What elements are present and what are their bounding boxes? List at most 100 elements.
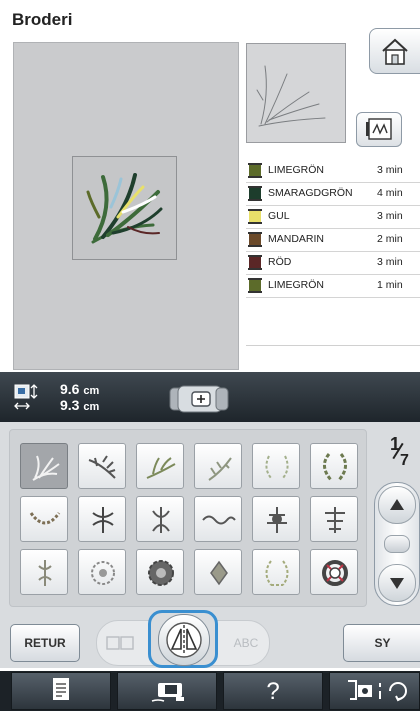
pattern-cell[interactable] <box>310 496 358 542</box>
sew-button[interactable]: SY <box>343 624 420 662</box>
thread-color-list: LIMEGRÖN 3 min SMARAGDGRÖN 4 min GUL 3 m… <box>246 160 420 370</box>
color-name: RÖD <box>268 256 292 268</box>
page-down-button[interactable] <box>378 564 416 602</box>
abc-label: ABC <box>233 636 259 650</box>
help-button[interactable]: ? <box>223 672 323 710</box>
ornament-pattern-icon <box>325 507 345 533</box>
color-time: 2 min <box>377 233 403 245</box>
color-row: RÖD 3 min <box>246 252 420 274</box>
garland-pattern-icon <box>29 512 61 525</box>
page-up-button[interactable] <box>378 486 416 524</box>
floral-pattern-icon <box>32 455 60 481</box>
color-row: MANDARIN 2 min <box>246 229 420 251</box>
chevron-up-icon <box>390 499 404 510</box>
pattern-cell[interactable] <box>310 549 358 595</box>
height-unit: cm <box>83 385 100 397</box>
retur-button[interactable]: RETUR <box>10 624 80 662</box>
pattern-cell[interactable] <box>136 549 184 595</box>
thread-spool-icon <box>248 163 262 178</box>
pattern-cell[interactable] <box>136 443 184 489</box>
settings-icon <box>53 678 69 700</box>
pattern-cell[interactable] <box>78 443 126 489</box>
color-name: GUL <box>268 210 290 222</box>
wreath-pattern-icon <box>265 560 289 586</box>
pattern-cell[interactable] <box>252 443 300 489</box>
size-icon <box>14 384 40 412</box>
color-name: MANDARIN <box>268 233 325 245</box>
width-unit: cm <box>83 401 100 413</box>
laurel-pattern-icon <box>323 453 347 481</box>
stitch-view-button[interactable] <box>356 112 402 147</box>
camera-button[interactable] <box>117 672 217 710</box>
color-row: GUL 3 min <box>246 206 420 228</box>
stitch-view-icon <box>366 118 392 140</box>
color-row: LIMEGRÖN 3 min <box>246 160 420 182</box>
ornament-pattern-icon <box>92 507 114 533</box>
thread-spool-icon <box>248 278 262 293</box>
pattern-cell[interactable] <box>252 549 300 595</box>
leaf-pattern-icon <box>146 457 176 479</box>
color-time: 1 min <box>377 279 403 291</box>
scroll-thumb[interactable] <box>384 535 410 553</box>
thumbnail-outline-image <box>256 65 326 127</box>
abc-button[interactable]: ABC <box>210 620 270 666</box>
pattern-cell[interactable] <box>194 443 242 489</box>
lifebuoy-pattern-icon <box>322 560 348 586</box>
color-row: LIMEGRÖN 1 min <box>246 275 420 297</box>
pattern-preview-frame <box>72 156 177 260</box>
home-icon <box>382 38 408 65</box>
list-divider <box>246 345 420 346</box>
mirror-icon <box>166 622 202 658</box>
color-name: SMARAGDGRÖN <box>268 187 353 199</box>
pattern-width: 9.3 cm <box>60 397 99 413</box>
ornament-pattern-icon <box>152 507 170 533</box>
medallion-pattern-icon <box>91 561 115 585</box>
page-title: Broderi <box>12 10 73 29</box>
floral-pattern-image <box>86 173 163 244</box>
mirror-button[interactable] <box>158 614 210 666</box>
thread-spool-icon <box>248 186 262 201</box>
embroidery-preview-area <box>13 42 239 370</box>
border-pattern-icon <box>202 515 236 525</box>
pattern-cell[interactable] <box>136 496 184 542</box>
diamond-pattern-icon <box>210 560 228 586</box>
pattern-cell[interactable] <box>20 549 68 595</box>
color-time: 3 min <box>377 210 403 222</box>
home-button[interactable] <box>369 28 420 74</box>
embroidery-frame-icon <box>168 384 230 414</box>
height-value: 9.6 <box>60 381 80 397</box>
help-icon: ? <box>266 678 280 705</box>
settings-button[interactable] <box>11 672 111 710</box>
color-name: LIMEGRÖN <box>268 164 325 176</box>
thread-spool-icon <box>248 209 262 224</box>
camera-icon <box>151 683 184 702</box>
pattern-height: 9.6 cm <box>60 381 99 397</box>
branch-pattern-icon <box>88 455 116 479</box>
pattern-cell[interactable] <box>310 443 358 489</box>
color-time: 3 min <box>377 164 403 176</box>
sprig-pattern-icon <box>208 457 232 481</box>
page-indicator: 1 7 <box>378 434 418 470</box>
color-time: 4 min <box>377 187 403 199</box>
pattern-cell[interactable] <box>20 496 68 542</box>
machine-button[interactable] <box>329 672 420 710</box>
medallion-pattern-icon <box>148 560 174 586</box>
pattern-cell[interactable] <box>78 496 126 542</box>
pattern-grid <box>9 429 367 607</box>
pattern-cell[interactable] <box>252 496 300 542</box>
pattern-cell[interactable] <box>194 549 242 595</box>
page-total: 7 <box>400 452 409 469</box>
pattern-cell-selected[interactable] <box>20 443 68 489</box>
thread-spool-icon <box>248 255 262 270</box>
color-row: SMARAGDGRÖN 4 min <box>246 183 420 205</box>
thread-spool-icon <box>248 232 262 247</box>
pattern-cell[interactable] <box>194 496 242 542</box>
color-time: 3 min <box>377 256 403 268</box>
ornament-pattern-icon <box>267 507 287 533</box>
machine-icon <box>348 680 407 702</box>
pattern-cell[interactable] <box>78 549 126 595</box>
chevron-down-icon <box>390 578 404 589</box>
wreath-pattern-icon <box>265 455 289 479</box>
color-name: LIMEGRÖN <box>268 279 325 291</box>
ornament-pattern-icon <box>38 560 52 586</box>
